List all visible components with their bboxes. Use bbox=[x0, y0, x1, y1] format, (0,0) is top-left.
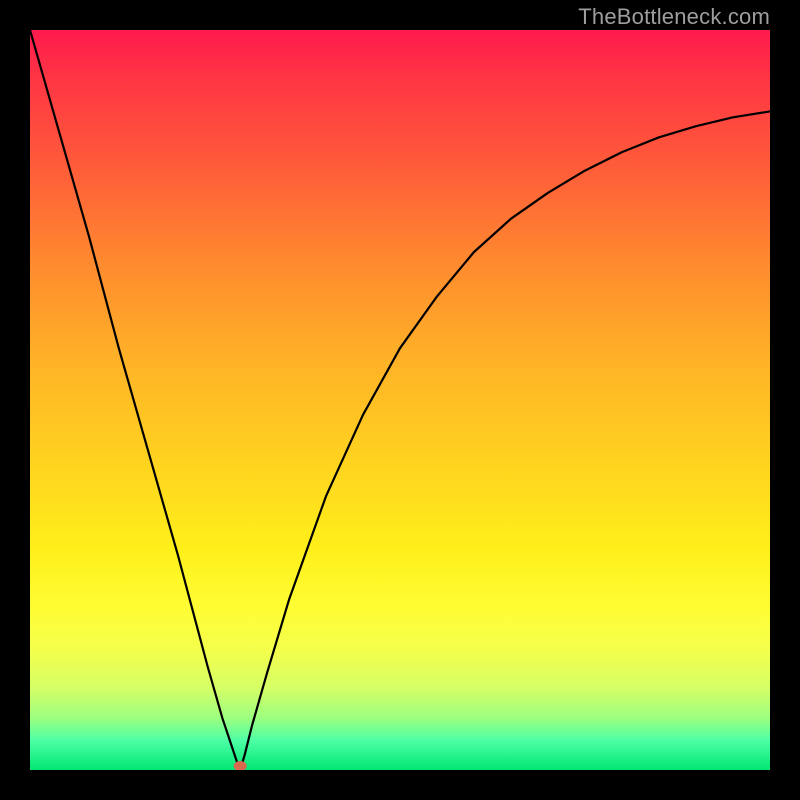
chart-frame: TheBottleneck.com bbox=[0, 0, 800, 800]
curve-layer bbox=[30, 30, 770, 770]
min-marker bbox=[234, 761, 247, 770]
chart-svg bbox=[30, 30, 770, 770]
plot-area bbox=[30, 30, 770, 770]
watermark: TheBottleneck.com bbox=[578, 4, 770, 30]
bottleneck-curve bbox=[30, 30, 770, 770]
